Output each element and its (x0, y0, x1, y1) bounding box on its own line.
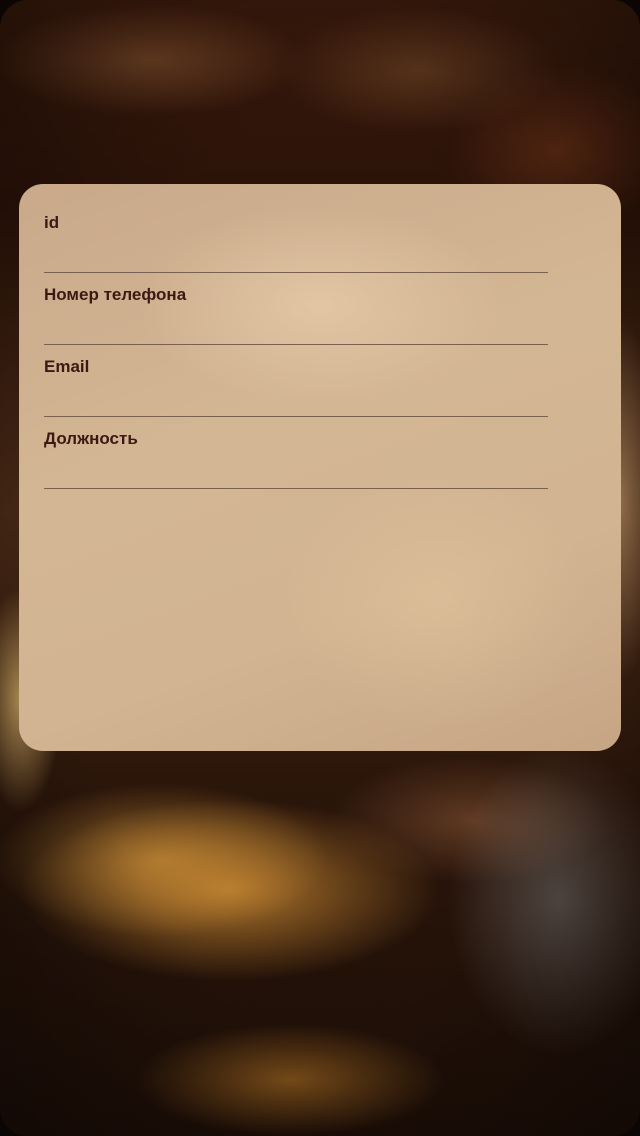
position-field-underline (44, 488, 548, 489)
phone-field-label: Номер телефона (44, 285, 187, 304)
position-input[interactable] (44, 458, 548, 488)
employee-form-card: id Номер телефона Email Должность (19, 184, 621, 751)
position-field-label: Должность (44, 429, 138, 448)
app-screen: id Номер телефона Email Должность (0, 0, 640, 1136)
email-field: Email (44, 328, 548, 417)
phone-field: Номер телефона (44, 256, 548, 345)
id-field-label: id (44, 213, 60, 232)
id-field: id (44, 184, 548, 273)
email-field-label: Email (44, 357, 90, 376)
position-field: Должность (44, 400, 548, 489)
